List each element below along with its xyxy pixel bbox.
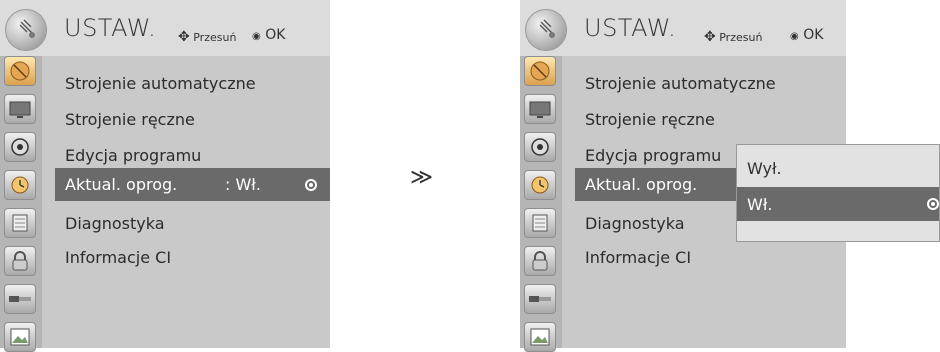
- satellite-icon: [5, 9, 47, 51]
- move-hint: ✥ Przesuń: [178, 29, 237, 45]
- clock-icon[interactable]: [4, 170, 36, 200]
- menu-item-program-edit[interactable]: Edycja programu: [585, 146, 721, 165]
- icon-column: [520, 56, 562, 352]
- tv-icon[interactable]: [4, 94, 36, 124]
- lock-icon[interactable]: [4, 208, 36, 238]
- menu-item-diagnostics[interactable]: Diagnostyka: [585, 214, 685, 233]
- move-hint: ✥ Przesuń: [704, 29, 763, 45]
- menu-item-auto-tuning[interactable]: Strojenie automatyczne: [65, 74, 256, 93]
- radio-selected-icon: [305, 179, 317, 191]
- option-off[interactable]: Wył.: [737, 151, 939, 185]
- menu-item-auto-tuning[interactable]: Strojenie automatyczne: [585, 74, 776, 93]
- satellite-icon: [525, 9, 567, 51]
- menu-header: USTAW. ✥ Przesuń ◉ OK: [520, 0, 846, 56]
- ok-button-icon: ◉: [790, 31, 799, 42]
- menu-item-diagnostics[interactable]: Diagnostyka: [65, 214, 165, 233]
- menu-header: USTAW. ✥ Przesuń ◉ OK: [0, 0, 330, 56]
- menu-title: USTAW.: [64, 14, 157, 42]
- ok-button-icon: ◉: [252, 31, 261, 42]
- menu-item-ci-info[interactable]: Informacje CI: [65, 248, 171, 267]
- menu-item-value: : Wł.: [225, 175, 261, 194]
- move-arrows-icon: ✥: [704, 29, 716, 45]
- connector-icon[interactable]: [4, 284, 36, 314]
- radio-selected-icon: [927, 198, 939, 210]
- tv-icon[interactable]: [524, 94, 556, 124]
- menu-item-label: Aktual. oprog.: [585, 175, 698, 194]
- move-arrows-icon: ✥: [178, 29, 190, 45]
- menu-item-label: Aktual. oprog.: [65, 175, 178, 194]
- padlock-icon[interactable]: [524, 246, 556, 276]
- transition-arrow: ≫: [410, 165, 434, 190]
- menu-item-manual-tuning[interactable]: Strojenie ręczne: [585, 110, 715, 129]
- padlock-icon[interactable]: [4, 246, 36, 276]
- menu-item-ci-info[interactable]: Informacje CI: [585, 248, 691, 267]
- option-popup: Wył. Wł.: [736, 144, 940, 242]
- menu-item-program-edit[interactable]: Edycja programu: [65, 146, 201, 165]
- menu-item-manual-tuning[interactable]: Strojenie ręczne: [65, 110, 195, 129]
- satellite-icon[interactable]: [524, 56, 556, 86]
- icon-column: [0, 56, 42, 352]
- lock-icon[interactable]: [524, 208, 556, 238]
- speaker-icon[interactable]: [4, 132, 36, 162]
- clock-icon[interactable]: [524, 170, 556, 200]
- menu-title: USTAW.: [584, 14, 677, 42]
- speaker-icon[interactable]: [524, 132, 556, 162]
- menu-item-software-update[interactable]: Aktual. oprog. : Wł.: [55, 168, 330, 201]
- menu-item-software-update[interactable]: Aktual. oprog.: [575, 168, 736, 201]
- ok-hint: ◉ OK: [252, 27, 286, 43]
- ok-hint: ◉ OK: [790, 27, 824, 43]
- option-on[interactable]: Wł.: [737, 187, 939, 221]
- connector-icon[interactable]: [524, 284, 556, 314]
- satellite-icon[interactable]: [4, 56, 36, 86]
- left-menu-panel: USTAW. ✥ Przesuń ◉ OK Strojenie automaty…: [0, 0, 330, 352]
